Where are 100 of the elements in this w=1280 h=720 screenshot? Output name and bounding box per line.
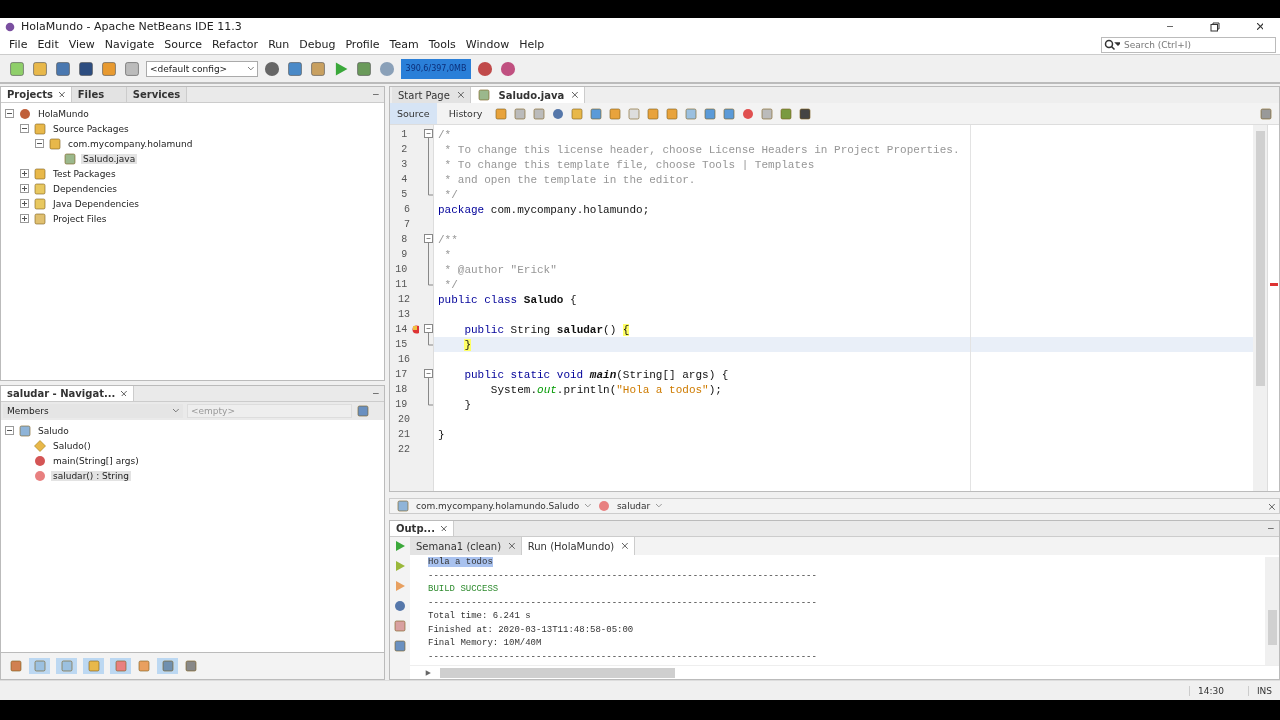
code-line: /** <box>438 233 458 246</box>
menu-item[interactable]: Debug <box>294 38 341 51</box>
collapse-toggle[interactable] <box>5 109 14 118</box>
tree-item[interactable]: Saludo() <box>51 440 93 451</box>
horizontal-scrollbar[interactable] <box>410 665 1279 679</box>
line-number: 19 <box>394 399 408 410</box>
tree-item[interactable]: Dependencies <box>51 183 120 194</box>
filter-toggle[interactable] <box>29 658 50 674</box>
code-line: * To change this template file, choose Tools | Templates <box>443 158 815 171</box>
collapse-toggle[interactable] <box>35 139 44 148</box>
record-icon <box>741 106 756 121</box>
redo-button[interactable] <box>123 59 141 78</box>
menu-item[interactable]: Profile <box>340 38 385 51</box>
line-number: 21 <box>397 429 410 440</box>
expand-toggle[interactable] <box>20 199 29 208</box>
expand-toggle[interactable] <box>20 214 29 223</box>
folder-icon <box>33 121 47 136</box>
line-number: 20 <box>397 414 410 425</box>
line-number: 17 <box>394 369 408 380</box>
close-icon <box>1256 23 1264 30</box>
menu-item[interactable]: Run <box>263 38 295 51</box>
members-dropdown[interactable]: Members <box>3 404 183 418</box>
panel-tab[interactable]: Projects <box>1 87 72 102</box>
vertical-scrollbar[interactable] <box>1265 557 1279 665</box>
line-number: 11 <box>394 279 408 290</box>
fold-toggle[interactable] <box>424 322 433 337</box>
insert-mode: INS <box>1247 685 1280 696</box>
view-tab[interactable]: History <box>441 103 490 124</box>
fold-toggle[interactable] <box>424 367 433 382</box>
vertical-scrollbar[interactable] <box>1253 125 1267 491</box>
output-tab[interactable]: Semana1 (clean) <box>410 537 522 555</box>
new-file-button[interactable] <box>8 59 26 78</box>
build-button[interactable] <box>286 59 304 78</box>
menu-item[interactable]: Edit <box>32 38 64 51</box>
tree-item[interactable]: Saludo.java <box>81 153 138 164</box>
new-project-button[interactable] <box>31 59 49 78</box>
menu-item[interactable]: Tools <box>423 38 461 51</box>
caret-icon <box>248 66 254 71</box>
open-project-button[interactable] <box>54 59 72 78</box>
line-number: 4 <box>400 174 408 185</box>
tree-item[interactable]: Java Dependencies <box>51 198 141 209</box>
panel-tab[interactable]: Outp... <box>390 521 454 536</box>
output-line: Final Memory: 10M/40M <box>428 638 543 650</box>
filter-toggle[interactable] <box>83 658 104 674</box>
tree-item[interactable]: Source Packages <box>51 123 131 134</box>
panel-tab[interactable]: Files <box>71 87 127 102</box>
search-field[interactable]: Search (Ctrl+I) <box>1101 36 1276 53</box>
breadcrumb-item[interactable]: com.mycompany.holamundo.Saludo <box>416 501 580 511</box>
editor-tab[interactable]: Start Page <box>392 87 471 103</box>
minimize-icon <box>373 392 379 395</box>
menu-item[interactable]: Navigate <box>99 38 160 51</box>
tree-item[interactable]: Saludo <box>36 425 71 436</box>
menu-item[interactable]: Help <box>514 38 550 51</box>
folder-icon <box>33 166 47 181</box>
output-line: ------------------------------------------------------------------------ <box>428 570 818 583</box>
tree-item[interactable]: saludar() : String <box>51 470 131 481</box>
panel-tab[interactable]: saludar - Navigat... <box>1 386 135 401</box>
gc-button[interactable] <box>476 59 494 78</box>
filter-toggle[interactable] <box>56 658 77 674</box>
filter-toggle[interactable] <box>110 658 131 674</box>
tree-item[interactable]: HolaMundo <box>36 108 91 119</box>
globe-button[interactable] <box>263 59 281 78</box>
collapse-toggle[interactable] <box>5 426 14 435</box>
fold-toggle[interactable] <box>424 127 433 142</box>
menu-item[interactable]: File <box>4 38 33 51</box>
save-all-button[interactable] <box>77 59 95 78</box>
line-number: 8 <box>400 234 408 245</box>
output-tab[interactable]: Run (HolaMundo) <box>521 537 635 555</box>
profile-button[interactable] <box>378 59 396 78</box>
menu-item[interactable]: Window <box>460 38 515 51</box>
filter-field[interactable]: <empty> <box>187 404 352 418</box>
sort-toggle[interactable] <box>157 658 178 674</box>
code-line: */ <box>443 278 458 291</box>
menu-item[interactable]: View <box>63 38 100 51</box>
debug-button[interactable] <box>355 59 373 78</box>
rerun-icon <box>393 559 407 573</box>
jar-folder-icon <box>33 196 47 211</box>
line-number: 12 <box>397 294 410 305</box>
java-file-icon <box>63 151 77 166</box>
jar-folder-icon <box>33 181 47 196</box>
config-dropdown[interactable]: <default config> <box>146 60 258 77</box>
collapse-toggle[interactable] <box>20 124 29 133</box>
view-tab[interactable]: Source <box>390 103 437 124</box>
editor-tab[interactable]: Saludo.java <box>470 87 585 103</box>
undo-button[interactable] <box>100 59 118 78</box>
panel-tab[interactable]: Services <box>126 87 188 102</box>
expand-toggle[interactable] <box>20 184 29 193</box>
clean-build-button[interactable] <box>309 59 327 78</box>
gc-button[interactable] <box>499 59 517 78</box>
fold-toggle[interactable] <box>424 232 433 247</box>
menu-item[interactable]: Refactor <box>206 38 264 51</box>
tree-item[interactable]: Test Packages <box>51 168 118 179</box>
tree-item[interactable]: Project Files <box>51 213 109 224</box>
menu-item[interactable]: Source <box>159 38 207 51</box>
code-line: package com.mycompany.holamundo; <box>438 203 650 216</box>
breadcrumb-item[interactable]: saludar <box>616 501 651 511</box>
menu-item[interactable]: Team <box>384 38 424 51</box>
expand-toggle[interactable] <box>20 169 29 178</box>
tree-item[interactable]: com.mycompany.holamund <box>66 138 195 149</box>
tree-item[interactable]: main(String[] args) <box>51 455 141 466</box>
